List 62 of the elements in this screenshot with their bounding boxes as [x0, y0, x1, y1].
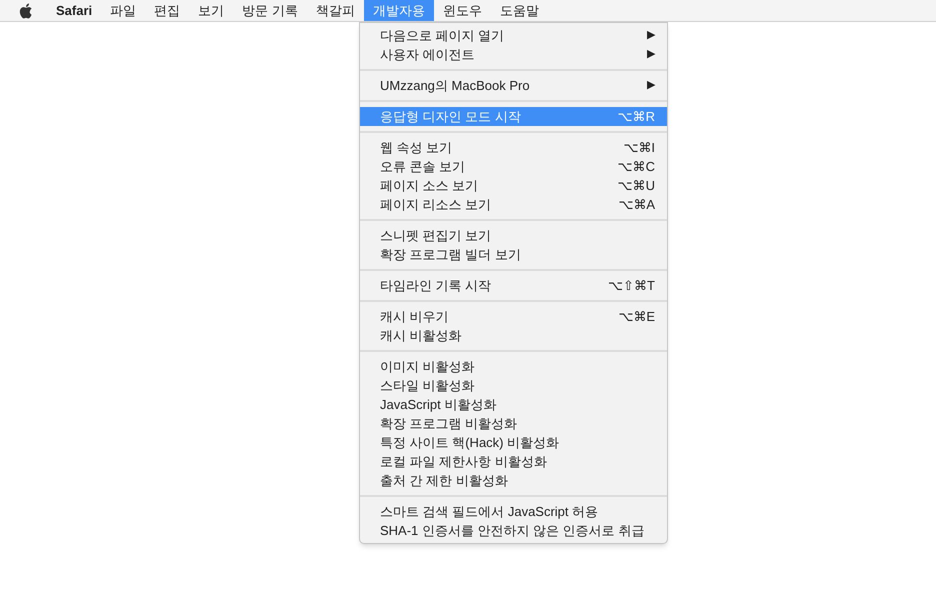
menu-item-label: 오류 콘솔 보기 [380, 158, 466, 176]
menu-item[interactable]: 스마트 검색 필드에서 JavaScript 허용 [360, 502, 667, 521]
shortcut-label: ⌥⌘R [618, 108, 655, 126]
menu-item-label: 확장 프로그램 빌더 보기 [380, 246, 522, 264]
submenu-arrow: ▶ [647, 78, 655, 94]
shortcut-label: ⌥⇧⌘T [608, 276, 655, 295]
menu-item[interactable]: 오류 콘솔 보기 ⌥⌘C [360, 157, 667, 176]
menu-item-label: 페이지 소스 보기 [380, 176, 480, 195]
menu-bar-item[interactable]: 방문 기록 [233, 0, 307, 21]
submenu-arrow: ▶ [647, 28, 655, 44]
menu-item[interactable]: 확장 프로그램 비활성화 [360, 414, 667, 433]
menu-item-label: 이미지 비활성화 [380, 358, 476, 376]
menu-item[interactable]: 확장 프로그램 빌더 보기 [360, 245, 667, 264]
menu-item[interactable]: JavaScript 비활성화 [360, 395, 667, 414]
submenu-arrow: ▶ [647, 47, 655, 62]
menu-item[interactable]: 캐시 비활성화 [360, 326, 667, 345]
menu-item-label: 페이지 리소스 보기 [380, 196, 492, 214]
menu-bar-item[interactable]: 윈도우 [434, 0, 491, 21]
menu-bar-item[interactable]: 편집 [145, 0, 190, 21]
menu-item[interactable]: 타임라인 기록 시작 ⌥⇧⌘T [360, 276, 667, 295]
menu-bar-item[interactable]: 도움말 [490, 0, 548, 21]
menu-item[interactable]: 출처 간 제한 비활성화 [360, 471, 667, 490]
menu-item[interactable]: 특정 사이트 핵(Hack) 비활성화 [360, 433, 667, 452]
menu-item[interactable]: 캐시 비우기 ⌥⌘E [360, 307, 667, 326]
shortcut-label: ⌥⌘E [618, 308, 655, 326]
menu-item[interactable]: 사용자 에이전트 ▶ [360, 45, 667, 64]
menu-item-label: 타임라인 기록 시작 [380, 276, 492, 295]
menu-item-label: UMzzang의 MacBook Pro [380, 76, 531, 95]
menu-item-label: 사용자 에이전트 [380, 46, 476, 64]
menu-item[interactable]: 페이지 리소스 보기 ⌥⌘A [360, 195, 667, 214]
menu-item[interactable]: 로컬 파일 제한사항 비활성화 [360, 452, 667, 471]
menu-bar-item[interactable]: 보기 [189, 0, 234, 21]
menu-item-label: SHA-1 인증서를 안전하지 않은 인증서로 취급 [380, 522, 646, 540]
menu-item-label: 로컬 파일 제한사항 비활성화 [380, 452, 548, 471]
menu-item[interactable]: 스니펫 편집기 보기 [360, 226, 667, 245]
menu-item-label: 특정 사이트 핵(Hack) 비활성화 [380, 434, 560, 452]
menu-item[interactable]: 페이지 소스 보기 ⌥⌘U [360, 176, 667, 195]
menu-item-label: 확장 프로그램 비활성화 [380, 414, 518, 433]
menu-item-label: 스마트 검색 필드에서 JavaScript 허용 [380, 502, 600, 521]
menu-item[interactable]: 웹 속성 보기 ⌥⌘I [360, 138, 667, 157]
menu-bar-item[interactable]: 파일 [101, 0, 146, 21]
menu-item[interactable]: UMzzang의 MacBook Pro ▶ [360, 76, 667, 95]
menu-item[interactable]: 다음으로 페이지 열기 ▶ [360, 26, 667, 45]
shortcut-label: ⌥⌘C [618, 158, 655, 176]
menu-item-label: 웹 속성 보기 [380, 138, 454, 157]
menu-item-label: 캐시 비우기 [380, 308, 450, 326]
menu-item-label: 스니펫 편집기 보기 [380, 226, 492, 245]
menu-item-label: JavaScript 비활성화 [380, 396, 498, 414]
menu-item-label: 스타일 비활성화 [380, 376, 476, 395]
menu-item-label: 캐시 비활성화 [380, 326, 463, 345]
shortcut-label: ⌥⌘U [618, 176, 655, 195]
shortcut-label: ⌥⌘I [623, 138, 655, 157]
menu-item[interactable]: 스타일 비활성화 [360, 376, 667, 395]
menu-bar-item[interactable]: Safari [47, 0, 102, 21]
menu-item-label: 다음으로 페이지 열기 [380, 26, 506, 45]
menu-item[interactable]: 이미지 비활성화 [360, 357, 667, 376]
menu-bar-item[interactable]: 책갈피 [306, 0, 364, 21]
menu-item[interactable]: SHA-1 인증서를 안전하지 않은 인증서로 취급 [360, 521, 667, 540]
menu-item-label: 출처 간 제한 비활성화 [380, 472, 509, 490]
menu-item-label: 응답형 디자인 모드 시작 [380, 108, 522, 126]
shortcut-label: ⌥⌘A [618, 196, 655, 214]
apple-logo-icon[interactable] [18, 2, 33, 18]
